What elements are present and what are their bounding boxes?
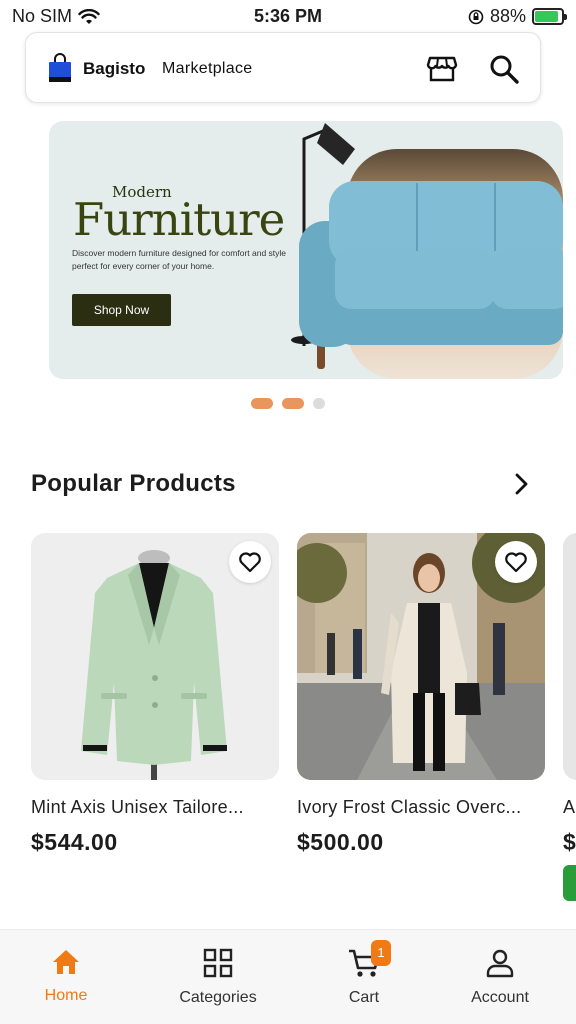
wishlist-button[interactable] [229,541,271,583]
home-icon [53,950,79,974]
product-image[interactable] [31,533,279,780]
product-name[interactable]: A [563,797,576,818]
bottom-navigation: Home Categories 1 Cart Account [0,929,576,1024]
nav-cart[interactable]: 1 Cart [304,940,424,1007]
sofa-lamp-illustration [291,123,563,379]
nav-categories-label: Categories [179,989,257,1006]
search-icon[interactable] [488,53,520,85]
status-right: 88% [468,6,567,27]
nav-home[interactable]: Home [6,948,126,1005]
product-image[interactable] [297,533,545,780]
product-image[interactable] [563,533,576,780]
product-card[interactable]: A $ [563,533,576,903]
store-icon[interactable] [426,53,458,85]
product-price: $ [563,829,576,855]
shopping-bag-logo-icon [49,53,71,82]
nav-categories[interactable]: Categories [158,948,278,1007]
orientation-lock-icon [468,9,484,24]
banner-pagination [0,398,576,409]
product-card[interactable]: Mint Axis Unisex Tailore... $544.00 [31,533,279,863]
banner-description: Discover modern furniture designed for c… [72,248,287,271]
heart-icon [239,552,261,573]
chevron-right-icon[interactable] [510,472,532,496]
status-bar: No SIM 5:36 PM 88% [0,0,576,32]
brand-name[interactable]: Bagisto [83,59,145,79]
nav-account-label: Account [471,989,529,1006]
product-card[interactable]: Ivory Frost Classic Overc... $500.00 [297,533,545,863]
pagination-dot-1[interactable] [251,398,273,409]
promo-banner[interactable]: Modern Furniture Discover modern furnitu… [49,121,563,379]
cart-count-badge: 1 [371,940,391,966]
product-name[interactable]: Mint Axis Unisex Tailore... [31,797,279,818]
nav-account[interactable]: Account [440,948,560,1007]
product-name[interactable]: Ivory Frost Classic Overc... [297,797,545,818]
shop-now-button[interactable]: Shop Now [72,294,171,326]
pagination-dot-2[interactable] [282,398,304,409]
battery-percent: 88% [489,6,526,26]
product-price: $544.00 [31,829,118,855]
rating-badge [563,865,576,901]
brand-suffix: Marketplace [162,60,253,77]
pagination-dot-3[interactable] [313,398,325,409]
nav-home-label: Home [44,987,88,1004]
wishlist-button[interactable] [495,541,537,583]
product-price: $500.00 [297,829,384,855]
nav-cart-label: Cart [348,989,380,1006]
person-icon [486,949,514,978]
banner-title: Furniture [73,193,285,246]
section-title: Popular Products [31,470,236,497]
app-screen: No SIM 5:36 PM 88% Bagisto Marketplace M… [0,0,576,1024]
battery-icon [532,8,567,25]
grid-icon [203,948,233,978]
app-header: Bagisto Marketplace [25,32,541,103]
heart-icon [505,552,527,573]
